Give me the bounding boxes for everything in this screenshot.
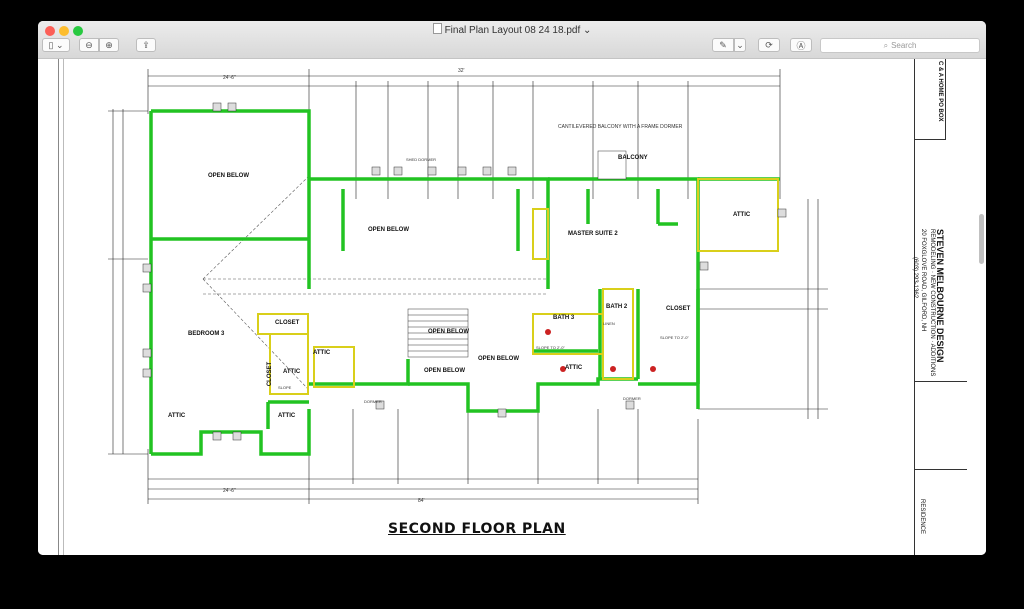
company-name: STEVEN MELBOURNE DESIGN (935, 229, 945, 363)
vertical-scrollbar[interactable] (979, 214, 984, 264)
search-icon: ⌕ (883, 40, 889, 50)
document-view[interactable]: OPEN BELOW OPEN BELOW OPEN BELOW OPEN BE… (38, 59, 986, 555)
slope-label: SLOPE (278, 385, 292, 390)
dormer-label-1: DORMER (364, 399, 382, 404)
title-block-divider-2 (915, 469, 967, 470)
room-attic-1: ATTIC (733, 212, 751, 218)
company-address: 20 FOXGLOVE ROAD, GILFORD, NH (920, 229, 926, 332)
project-name: RESIDENCE (919, 499, 925, 535)
title-bar: Final Plan Layout 08 24 18.pdf ⌄ ▯ ⌄ ⊖ ⊕… (38, 21, 986, 59)
title-block: C & A HOME PO BOX STEVEN MELBOURNE DESIG… (912, 59, 967, 555)
title-chevron-down-icon[interactable]: ⌄ (583, 25, 591, 36)
slope-note-2: SLOPE TO 2'-0" (660, 335, 689, 340)
room-open-below-1: OPEN BELOW (208, 173, 250, 179)
floor-plan-drawing (108, 69, 828, 504)
room-open-below-2: OPEN BELOW (368, 227, 410, 233)
preview-window: Final Plan Layout 08 24 18.pdf ⌄ ▯ ⌄ ⊖ ⊕… (38, 21, 986, 555)
room-open-below-3: OPEN BELOW (428, 329, 470, 335)
annotate-button[interactable]: Ⓐ (790, 38, 812, 52)
rotate-button[interactable]: ⟳ (758, 38, 780, 52)
shed-dormer-label: SHED DORMER (406, 157, 437, 162)
window-title-text: Final Plan Layout 08 24 18.pdf (444, 25, 581, 36)
zoom-in-button[interactable]: ⊕ (99, 38, 119, 52)
room-bedroom-3: BEDROOM 3 (188, 331, 225, 337)
search-input[interactable]: ⌕ Search (820, 38, 980, 53)
search-placeholder: Search (891, 41, 917, 50)
room-attic-2: ATTIC (168, 413, 186, 419)
room-attic-4: ATTIC (313, 350, 331, 356)
dim-bottom-total: 84' (418, 498, 425, 504)
room-closet-3: CLOSET (267, 361, 274, 387)
linen-label: LINEN (603, 321, 615, 326)
room-open-below-4: OPEN BELOW (478, 356, 520, 362)
exterior-walls (149, 109, 780, 456)
sidebar-toggle-button[interactable]: ▯ ⌄ (42, 38, 70, 52)
title-block-divider (915, 381, 967, 382)
cantilever-note: CANTILEVERED BALCONY WITH A FRAME DORMER (558, 124, 683, 130)
room-closet-2: CLOSET (666, 306, 691, 312)
dim-top-mid: 32' (458, 68, 465, 74)
company-phone: (603) 293-1362 (912, 257, 918, 299)
plan-title: SECOND FLOOR PLAN (388, 521, 566, 537)
room-attic-6: ATTIC (283, 369, 301, 375)
markup-pen-button[interactable]: ✎ (712, 38, 734, 52)
markup-menu-button[interactable]: ⌄ (734, 38, 746, 52)
dormer-label-2: DORMER (623, 396, 641, 401)
company-tagline: REMODELING · NEW CONSTRUCTION · ADDITION… (929, 229, 935, 377)
room-master-suite: MASTER SUITE 2 (568, 231, 618, 237)
room-attic-5: ATTIC (565, 365, 583, 371)
window-title: Final Plan Layout 08 24 18.pdf ⌄ (38, 23, 986, 36)
right-dimension-lines (698, 199, 828, 419)
title-block-header: C & A HOME PO BOX (915, 59, 946, 140)
room-bath-3: BATH 3 (553, 315, 575, 321)
room-bath-2: BATH 2 (606, 304, 628, 310)
left-dimension-lines (108, 109, 148, 455)
pdf-document-icon (432, 23, 442, 34)
room-attic-3: ATTIC (278, 413, 296, 419)
dim-bottom-left: 24'-6" (223, 488, 236, 494)
top-code: C & A HOME PO BOX (937, 61, 943, 122)
room-open-below-5: OPEN BELOW (424, 368, 466, 374)
room-closet-1: CLOSET (275, 320, 300, 326)
windows (142, 102, 787, 441)
dim-top-left: 24'-6" (223, 75, 236, 81)
slope-note-1: SLOPE TO 2'-0" (536, 345, 565, 350)
zoom-out-button[interactable]: ⊖ (79, 38, 99, 52)
share-button[interactable]: ⇪ (136, 38, 156, 52)
room-balcony: BALCONY (618, 155, 648, 161)
